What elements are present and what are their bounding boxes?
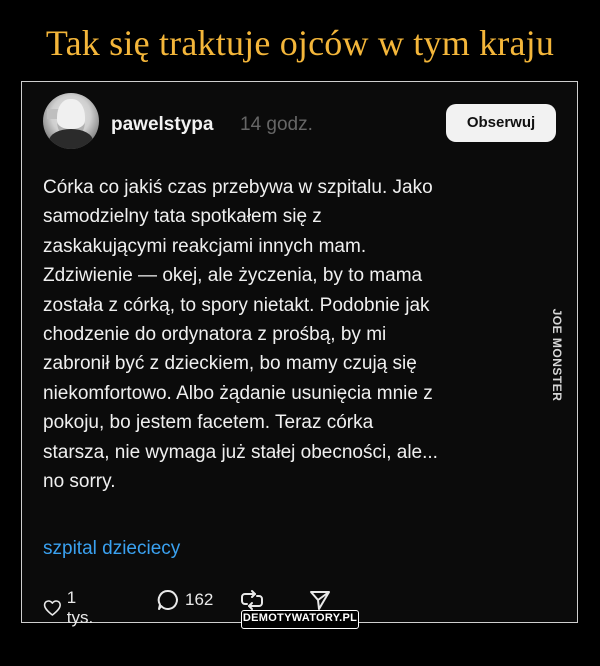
site-badge-text: DEMOTYWATORY.PL <box>242 612 358 624</box>
watermark: JOE MONSTER <box>547 300 567 410</box>
repost-action[interactable] <box>240 588 264 612</box>
share-icon <box>310 591 330 610</box>
comment-action[interactable]: 162 <box>156 588 213 612</box>
heart-icon <box>43 600 61 616</box>
hashtag-link[interactable]: szpital dzieciecy <box>43 538 180 560</box>
like-count: 1 tys. <box>66 588 94 627</box>
post-text: Córka co jakiś czas przebywa w szpitalu.… <box>43 173 543 496</box>
post-text-line: została z córką, to spory nietakt. Podob… <box>43 294 430 316</box>
post-text-line: pokoju, bo jestem facetem. Teraz córka <box>43 412 374 434</box>
site-badge: DEMOTYWATORY.PL <box>241 610 359 629</box>
comment-icon <box>157 589 178 610</box>
watermark-text: JOE MONSTER <box>550 308 564 402</box>
post-text-line: niekomfortowo. Albo żądanie usunięcia mn… <box>43 382 433 404</box>
repost-icon <box>241 590 263 610</box>
post-text-line: zabronił być z dzieckiem, bo mamy czują … <box>43 353 417 375</box>
post-text-line: zaskakującymi reakcjami innych mam. <box>43 235 367 257</box>
share-action[interactable] <box>308 588 332 612</box>
like-action[interactable]: 1 tys. <box>43 588 98 628</box>
username[interactable]: pawelstypa <box>111 114 213 136</box>
post-text-line: Zdziwienie — okej, ale życzenia, by to m… <box>43 265 423 287</box>
post-text-line: starsza, nie wymaga już stałej obecności… <box>43 441 438 463</box>
post-time: 14 godz. <box>240 114 313 135</box>
post-text-line: chodzenie do ordynatora z prośbą, by mi <box>43 324 387 346</box>
post-text-line: samodzielny tata spotkałem się z <box>43 206 322 228</box>
post-text-line: no sorry. <box>43 471 116 493</box>
post-text-line: Córka co jakiś czas przebywa w szpitalu.… <box>43 177 433 198</box>
follow-button[interactable]: Obserwuj <box>446 104 556 142</box>
comment-count: 162 <box>185 590 214 609</box>
avatar-body <box>49 129 93 149</box>
avatar[interactable] <box>43 93 99 149</box>
page-title: Tak się traktuje ojców w tym kraju <box>45 23 555 63</box>
